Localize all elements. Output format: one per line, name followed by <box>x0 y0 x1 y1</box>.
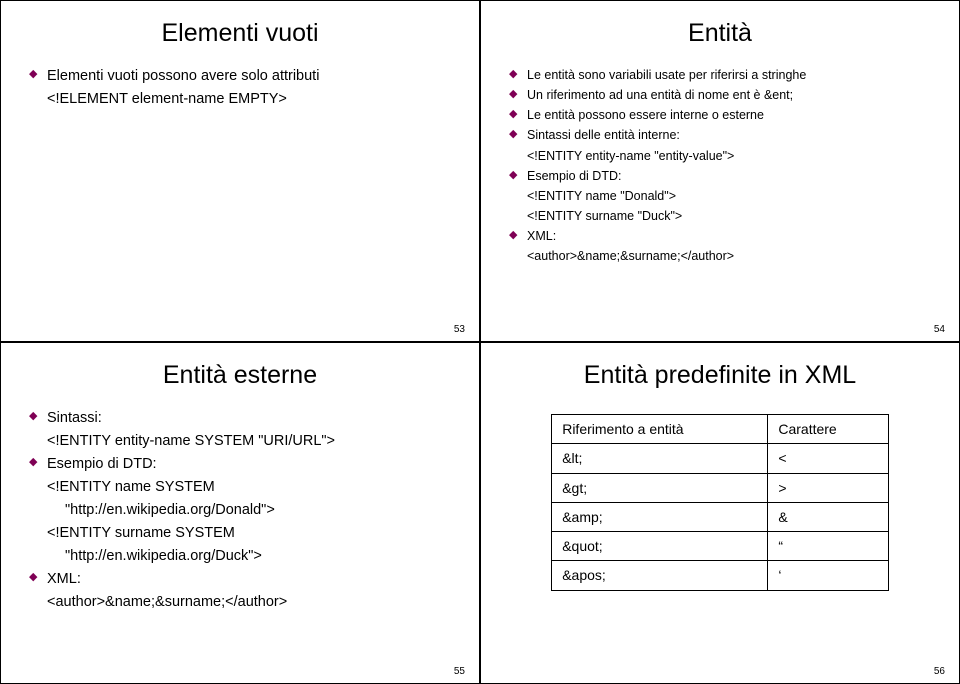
code-line: <!ENTITY name "Donald"> <box>509 187 931 205</box>
code-line: <!ENTITY entity-name SYSTEM "URI/URL"> <box>29 431 451 452</box>
slide-title: Entità esterne <box>29 361 451 390</box>
table-cell: &apos; <box>552 561 768 590</box>
slide-56: Entità predefinite in XML Riferimento a … <box>480 342 960 684</box>
table-cell: > <box>768 473 888 502</box>
table-row: Riferimento a entità Carattere <box>552 415 889 444</box>
slide-title: Entità <box>509 19 931 48</box>
table-cell: & <box>768 502 888 531</box>
slide-title: Elementi vuoti <box>29 19 451 48</box>
entity-table: Riferimento a entità Carattere &lt; < &g… <box>551 414 889 591</box>
table-header-cell: Riferimento a entità <box>552 415 768 444</box>
table-cell: &amp; <box>552 502 768 531</box>
bullet: XML: <box>509 227 931 245</box>
slide-grid: Elementi vuoti Elementi vuoti possono av… <box>0 0 960 684</box>
slide-title: Entità predefinite in XML <box>509 361 931 390</box>
page-number: 55 <box>454 666 465 677</box>
bullet: Le entità possono essere interne o ester… <box>509 106 931 124</box>
bullet: Sintassi: <box>29 408 451 429</box>
bullet: Esempio di DTD: <box>509 167 931 185</box>
table-cell: &gt; <box>552 473 768 502</box>
bullet: Le entità sono variabili usate per rifer… <box>509 66 931 84</box>
code-line: "http://en.wikipedia.org/Donald"> <box>29 500 451 521</box>
bullet: XML: <box>29 569 451 590</box>
table-row: &quot; “ <box>552 532 889 561</box>
code-line: <!ENTITY entity-name "entity-value"> <box>509 147 931 165</box>
page-number: 54 <box>934 324 945 335</box>
slide-content: Elementi vuoti possono avere solo attrib… <box>29 66 451 112</box>
slide-content: Le entità sono variabili usate per rifer… <box>509 66 931 267</box>
page-number: 53 <box>454 324 465 335</box>
slide-55: Entità esterne Sintassi: <!ENTITY entity… <box>0 342 480 684</box>
slide-53: Elementi vuoti Elementi vuoti possono av… <box>0 0 480 342</box>
code-line: "http://en.wikipedia.org/Duck"> <box>29 546 451 567</box>
page-number: 56 <box>934 666 945 677</box>
table-row: &apos; ‘ <box>552 561 889 590</box>
table-row: &amp; & <box>552 502 889 531</box>
slide-content: Sintassi: <!ENTITY entity-name SYSTEM "U… <box>29 408 451 615</box>
code-line: <!ENTITY surname "Duck"> <box>509 207 931 225</box>
code-line: <!ELEMENT element-name EMPTY> <box>29 89 451 110</box>
bullet: Esempio di DTD: <box>29 454 451 475</box>
table-header-cell: Carattere <box>768 415 888 444</box>
table-cell: “ <box>768 532 888 561</box>
table-cell: &quot; <box>552 532 768 561</box>
bullet: Elementi vuoti possono avere solo attrib… <box>29 66 451 87</box>
table-cell: < <box>768 444 888 473</box>
code-line: <!ENTITY name SYSTEM <box>29 477 451 498</box>
table-cell: ‘ <box>768 561 888 590</box>
code-line: <author>&name;&surname;</author> <box>29 592 451 613</box>
table-row: &gt; > <box>552 473 889 502</box>
code-line: <author>&name;&surname;</author> <box>509 247 931 265</box>
bullet: Un riferimento ad una entità di nome ent… <box>509 86 931 104</box>
bullet: Sintassi delle entità interne: <box>509 126 931 144</box>
slide-content: Riferimento a entità Carattere &lt; < &g… <box>509 408 931 591</box>
table-row: &lt; < <box>552 444 889 473</box>
slide-54: Entità Le entità sono variabili usate pe… <box>480 0 960 342</box>
code-line: <!ENTITY surname SYSTEM <box>29 523 451 544</box>
table-cell: &lt; <box>552 444 768 473</box>
